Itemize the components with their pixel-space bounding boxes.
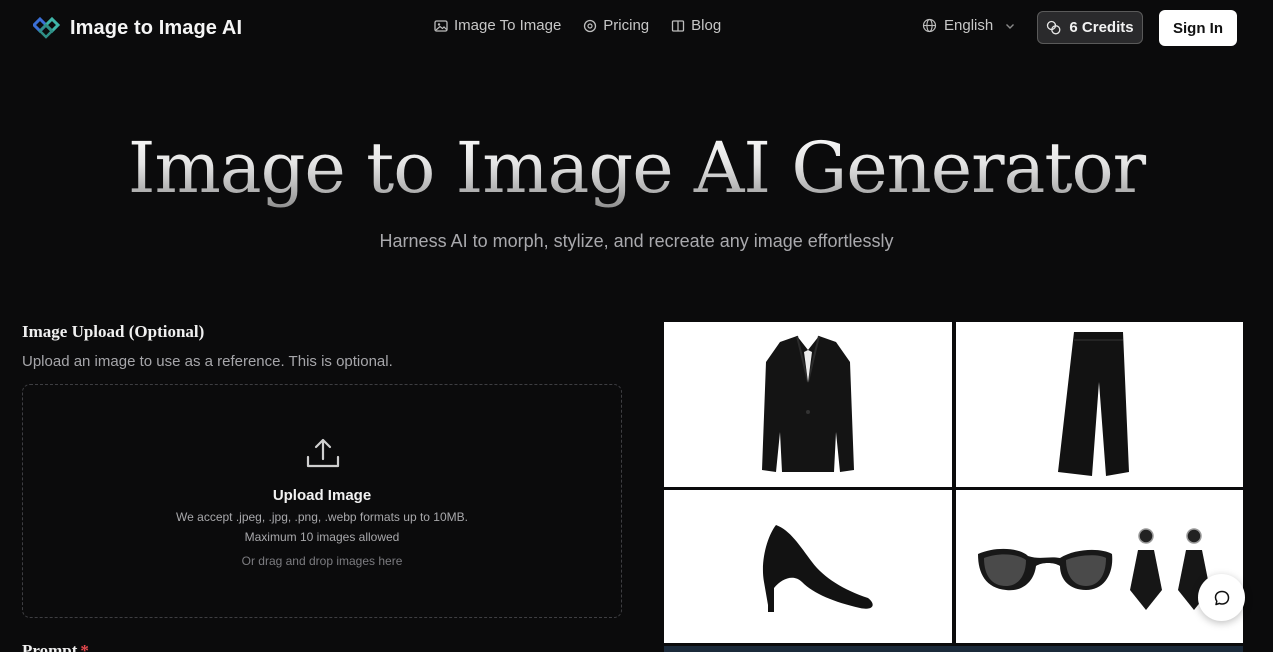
required-mark: * xyxy=(80,641,89,652)
top-header: Image to Image AI Image To Image Pricing… xyxy=(0,0,1273,56)
language-label: English xyxy=(944,17,994,34)
diamond-logo-icon xyxy=(33,16,60,39)
nav-label: Blog xyxy=(691,17,722,34)
book-icon xyxy=(672,19,685,32)
chevron-down-icon xyxy=(1006,23,1015,29)
nav-label: Pricing xyxy=(603,17,650,34)
trousers-image xyxy=(1058,332,1129,476)
heel-image xyxy=(762,525,873,612)
upload-section-title: Image Upload (Optional) xyxy=(22,322,205,341)
upload-drag-hint: Or drag and drop images here xyxy=(241,554,403,568)
upload-formats: We accept .jpeg, .jpg, .png, .webp forma… xyxy=(176,510,468,524)
upload-max-images: Maximum 10 images allowed xyxy=(244,530,400,544)
nav-blog[interactable]: Blog xyxy=(671,17,721,34)
blazer-image xyxy=(762,335,854,472)
nav-label: Image To Image xyxy=(454,17,562,34)
sign-in-button[interactable]: Sign In xyxy=(1159,10,1237,46)
page-title: Image to Image AI Generator xyxy=(0,127,1273,209)
coins-icon xyxy=(1047,20,1061,35)
main-nav: Image To Image Pricing Blog xyxy=(434,17,721,34)
nav-image-to-image[interactable]: Image To Image xyxy=(434,17,561,34)
gallery-image-accessories xyxy=(956,490,1243,643)
gallery-image-partial xyxy=(664,646,1243,652)
example-gallery xyxy=(663,321,1243,652)
prompt-label: Prompt * xyxy=(22,641,89,652)
gallery-image-heel xyxy=(664,490,952,643)
brand[interactable]: Image to Image AI xyxy=(33,15,242,41)
gallery-image-trousers xyxy=(956,322,1243,487)
nav-pricing[interactable]: Pricing xyxy=(583,17,649,34)
prompt-label-text: Prompt xyxy=(22,641,78,652)
upload-icon xyxy=(306,438,340,468)
page-subtitle: Harness AI to morph, stylize, and recrea… xyxy=(379,231,894,251)
language-select[interactable]: English xyxy=(922,17,1016,34)
chat-icon xyxy=(1214,590,1229,605)
accessories-image xyxy=(978,528,1210,610)
chat-button[interactable] xyxy=(1198,574,1245,621)
coin-icon xyxy=(584,19,597,32)
globe-icon xyxy=(922,18,937,33)
credits-label: 6 Credits xyxy=(1069,19,1134,36)
image-upload-dropzone[interactable]: Upload Image We accept .jpeg, .jpg, .png… xyxy=(22,384,622,618)
image-icon xyxy=(434,19,448,32)
credits-button[interactable]: 6 Credits xyxy=(1037,11,1143,44)
upload-section-description: Upload an image to use as a reference. T… xyxy=(22,353,393,370)
gallery-image-blazer xyxy=(664,322,952,487)
upload-title: Upload Image xyxy=(272,487,372,504)
brand-name: Image to Image AI xyxy=(70,16,243,39)
